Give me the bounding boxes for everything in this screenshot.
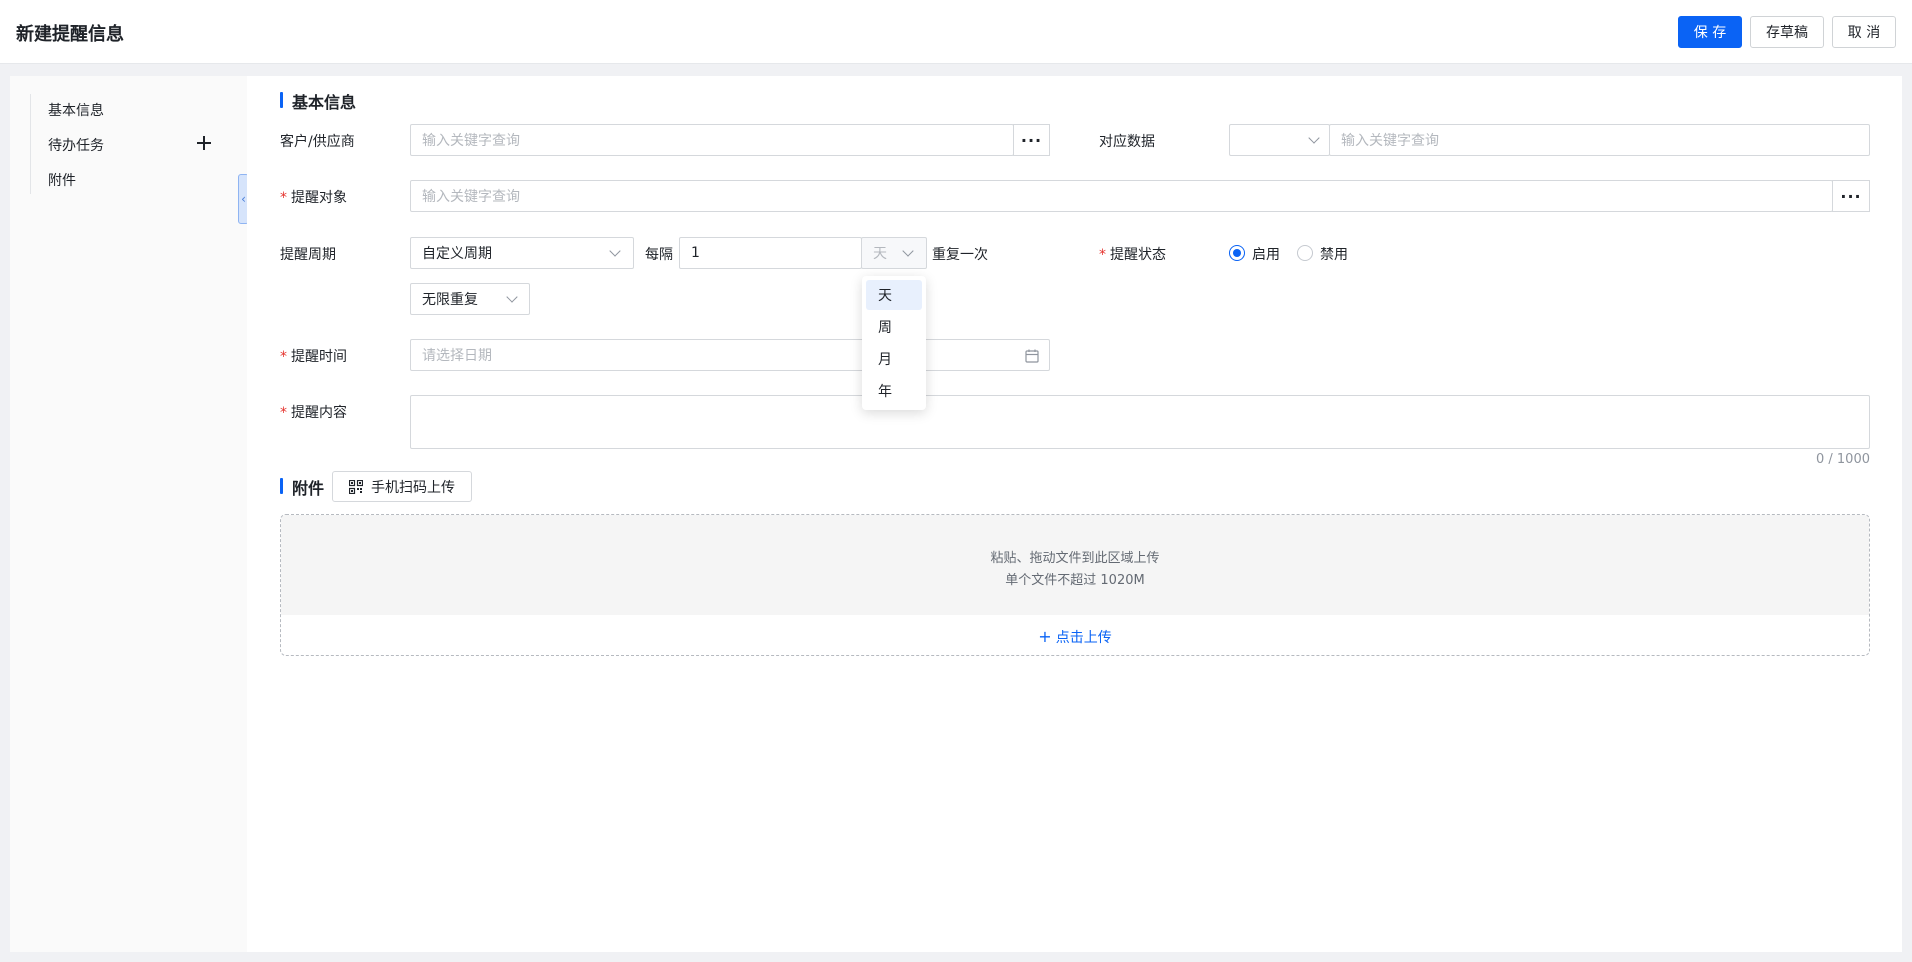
sidebar bbox=[10, 76, 247, 952]
target-label: * 提醒对象 bbox=[280, 190, 347, 206]
section-title-basic-info: 基本信息 bbox=[292, 93, 357, 112]
section-marker bbox=[280, 92, 283, 108]
time-label: * 提醒时间 bbox=[280, 349, 347, 365]
unit-option-day[interactable]: 天 bbox=[866, 280, 922, 310]
content-label-text: 提醒内容 bbox=[291, 405, 347, 421]
chevron-down-icon bbox=[1308, 132, 1320, 144]
related-data-input[interactable]: 输入关键字查询 bbox=[1329, 124, 1870, 156]
customer-label: 客户/供应商 bbox=[280, 134, 355, 150]
content-textarea[interactable] bbox=[410, 395, 1870, 449]
qr-code-icon bbox=[349, 479, 363, 494]
related-data-label: 对应数据 bbox=[1099, 134, 1155, 150]
date-picker-input[interactable]: 请选择日期 bbox=[410, 339, 1050, 371]
chevron-down-icon bbox=[609, 245, 621, 257]
more-dots-icon[interactable]: ··· bbox=[1013, 124, 1050, 156]
time-label-text: 提醒时间 bbox=[291, 349, 347, 365]
sidebar-item-basic-info[interactable]: 基本信息 bbox=[48, 100, 104, 120]
cycle-type-value: 自定义周期 bbox=[422, 246, 492, 262]
content-label: * 提醒内容 bbox=[280, 405, 347, 421]
interval-value: 1 bbox=[691, 245, 700, 261]
unit-option-year[interactable]: 年 bbox=[866, 376, 922, 406]
cycle-label: 提醒周期 bbox=[280, 247, 336, 263]
target-input[interactable]: 输入关键字查询 bbox=[410, 180, 1833, 212]
section-title-attachments: 附件 bbox=[292, 479, 325, 498]
more-dots-icon[interactable]: ··· bbox=[1832, 180, 1870, 212]
qr-upload-label: 手机扫码上传 bbox=[371, 478, 455, 495]
cycle-type-select[interactable]: 自定义周期 bbox=[410, 237, 634, 269]
status-label-text: 提醒状态 bbox=[1110, 247, 1166, 263]
calendar-icon bbox=[1025, 349, 1039, 363]
chevron-down-icon bbox=[506, 291, 518, 303]
status-radio-enabled[interactable] bbox=[1229, 245, 1245, 261]
status-label: * 提醒状态 bbox=[1099, 247, 1166, 263]
plus-icon[interactable] bbox=[196, 135, 212, 151]
target-label-text: 提醒对象 bbox=[291, 190, 347, 206]
interval-unit-value: 天 bbox=[873, 246, 887, 262]
interval-input[interactable]: 1 bbox=[679, 237, 862, 269]
upload-drop-zone[interactable]: 粘贴、拖动文件到此区域上传 单个文件不超过 1020M + 点击上传 bbox=[280, 514, 1870, 656]
sidebar-item-attachments[interactable]: 附件 bbox=[48, 170, 76, 190]
every-label: 每隔 bbox=[645, 247, 673, 263]
status-option-disabled[interactable]: 禁用 bbox=[1320, 244, 1348, 264]
date-placeholder: 请选择日期 bbox=[422, 348, 492, 364]
sidebar-item-todo-tasks[interactable]: 待办任务 bbox=[48, 135, 104, 155]
interval-unit-select[interactable]: 天 bbox=[861, 237, 927, 269]
plus-icon: + bbox=[1038, 627, 1052, 646]
repeat-mode-select[interactable]: 无限重复 bbox=[410, 283, 530, 315]
save-draft-button[interactable]: 存草稿 bbox=[1750, 16, 1824, 48]
related-data-placeholder: 输入关键字查询 bbox=[1341, 133, 1439, 149]
customer-input[interactable]: 输入关键字查询 bbox=[410, 124, 1014, 156]
upload-drop-hint: 粘贴、拖动文件到此区域上传 bbox=[990, 551, 1160, 566]
cancel-button[interactable]: 取 消 bbox=[1832, 16, 1896, 48]
qr-upload-button[interactable]: 手机扫码上传 bbox=[332, 471, 472, 502]
page-header bbox=[0, 0, 1912, 64]
customer-placeholder: 输入关键字查询 bbox=[422, 133, 520, 149]
content-char-counter: 0 / 1000 bbox=[1816, 452, 1870, 467]
save-button[interactable]: 保 存 bbox=[1678, 16, 1742, 48]
click-upload-link[interactable]: + 点击上传 bbox=[281, 627, 1869, 647]
status-option-enabled[interactable]: 启用 bbox=[1252, 244, 1280, 264]
target-placeholder: 输入关键字查询 bbox=[422, 189, 520, 205]
related-data-type-select[interactable] bbox=[1229, 124, 1330, 156]
repeat-mode-value: 无限重复 bbox=[422, 292, 478, 308]
section-marker bbox=[280, 478, 283, 494]
repeat-once-label: 重复一次 bbox=[932, 247, 988, 263]
chevron-down-icon bbox=[902, 245, 914, 257]
unit-option-week[interactable]: 周 bbox=[866, 312, 922, 342]
interval-unit-dropdown: 天 周 月 年 bbox=[862, 276, 926, 410]
status-radio-disabled[interactable] bbox=[1297, 245, 1313, 261]
click-upload-label: 点击上传 bbox=[1055, 630, 1112, 646]
sidebar-divider bbox=[30, 94, 31, 194]
unit-option-month[interactable]: 月 bbox=[866, 344, 922, 374]
page-title: 新建提醒信息 bbox=[16, 24, 124, 45]
upload-size-hint: 单个文件不超过 1020M bbox=[1005, 573, 1145, 588]
